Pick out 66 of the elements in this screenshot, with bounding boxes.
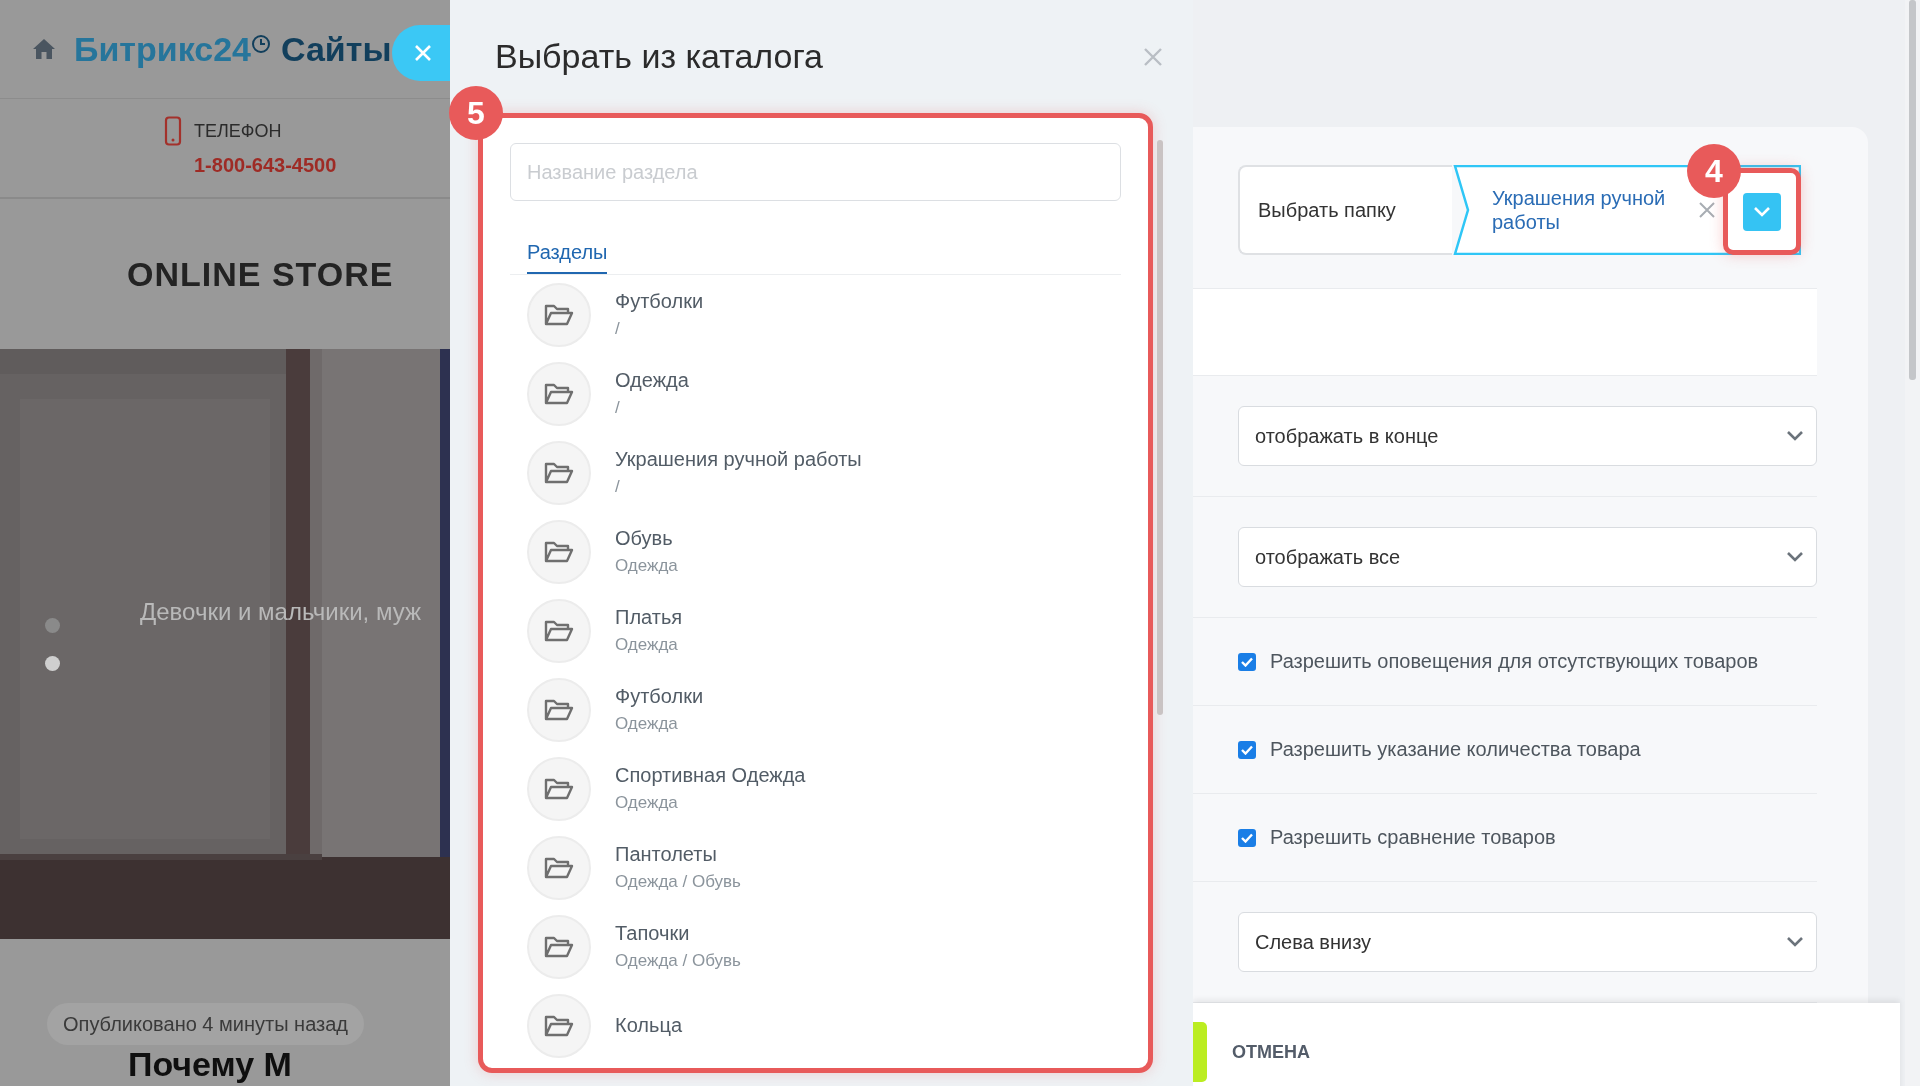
- close-icon: [1698, 201, 1716, 219]
- section-path: Одежда / Обувь: [615, 872, 741, 892]
- clear-button[interactable]: [1698, 201, 1716, 219]
- section-path: Одежда: [615, 635, 679, 655]
- close-icon: [414, 44, 432, 62]
- select-field[interactable]: отображать все: [1238, 527, 1817, 587]
- published-status: Опубликовано 4 минуты назад: [47, 1003, 364, 1045]
- section-path: /: [615, 398, 621, 418]
- folder-icon: [544, 540, 574, 563]
- section-path: Одежда: [615, 556, 678, 576]
- section-path: /: [615, 319, 621, 339]
- checkbox[interactable]: [1238, 740, 1256, 759]
- step-badge: 5: [449, 86, 503, 140]
- tab[interactable]: Разделы: [527, 241, 608, 274]
- folder-icon: [544, 856, 574, 879]
- close-icon: [1143, 46, 1163, 67]
- section-name[interactable]: Обувь: [615, 527, 678, 550]
- product-name[interactable]: Сайты: [280, 29, 392, 69]
- section-name[interactable]: Украшения ручной работы: [615, 448, 862, 471]
- phone-label: ТЕЛЕФОН: [194, 120, 283, 142]
- folder-icon: [544, 303, 574, 326]
- phone-icon: [164, 116, 182, 146]
- checkbox-label: Разрешить сравнение товаров: [1270, 826, 1556, 849]
- home-icon[interactable]: [32, 38, 56, 60]
- section-name[interactable]: Спортивная Одежда: [615, 764, 806, 787]
- checkbox-label: Разрешить указание количества товара: [1270, 738, 1641, 761]
- section-name[interactable]: Футболки: [615, 685, 704, 708]
- cancel-button[interactable]: ОТМЕНА: [1232, 1041, 1310, 1063]
- accent-bar: [1193, 1022, 1207, 1082]
- folder-picker-label[interactable]: Выбрать папку: [1238, 165, 1452, 255]
- folder-icon: [544, 619, 574, 642]
- scrollbar-thumb[interactable]: [1157, 140, 1163, 715]
- section-name[interactable]: Пантолеты: [615, 843, 741, 866]
- step-badge: 4: [1687, 144, 1741, 198]
- checkbox[interactable]: [1238, 828, 1256, 847]
- checkbox-label: Разрешить оповещения для отсутствующих товаров: [1270, 650, 1759, 673]
- folder-icon: [544, 382, 574, 405]
- section-name[interactable]: Платья: [615, 606, 683, 629]
- select-field[interactable]: Слева внизу: [1238, 912, 1817, 972]
- close-button[interactable]: [392, 25, 450, 81]
- folder-icon: [544, 777, 574, 800]
- section-name[interactable]: Одежда: [615, 369, 689, 392]
- chevron-down-icon: [1786, 430, 1804, 442]
- section-name[interactable]: Тапочки: [615, 922, 741, 945]
- section-name[interactable]: Кольца: [615, 1014, 682, 1037]
- folder-icon: [544, 461, 574, 484]
- section-name[interactable]: Футболки: [615, 290, 704, 313]
- select-field[interactable]: отображать в конце: [1238, 406, 1817, 466]
- clock-icon: [250, 33, 271, 54]
- folder-icon: [544, 935, 574, 958]
- scrollbar-thumb[interactable]: [1909, 0, 1916, 380]
- section-heading: Почему М: [128, 1047, 292, 1081]
- folder-icon: [544, 1014, 574, 1037]
- chevron-down-icon: [1786, 551, 1804, 563]
- section-path: Одежда / Обувь: [615, 951, 741, 971]
- section-path: Одежда: [615, 793, 679, 813]
- slide-caption: Девочки и мальчики, муж: [140, 598, 422, 626]
- folder-icon: [544, 698, 574, 721]
- dialog-title: Выбрать из каталога: [495, 37, 823, 76]
- checkbox[interactable]: [1238, 652, 1256, 671]
- chevron-down-icon: [1753, 205, 1771, 218]
- section-path: /: [615, 477, 621, 497]
- dropdown-button[interactable]: [1743, 192, 1781, 231]
- store-title: ONLINE STORE: [127, 254, 394, 294]
- chevron-down-icon: [1786, 936, 1804, 948]
- section-path: Одежда: [615, 714, 679, 734]
